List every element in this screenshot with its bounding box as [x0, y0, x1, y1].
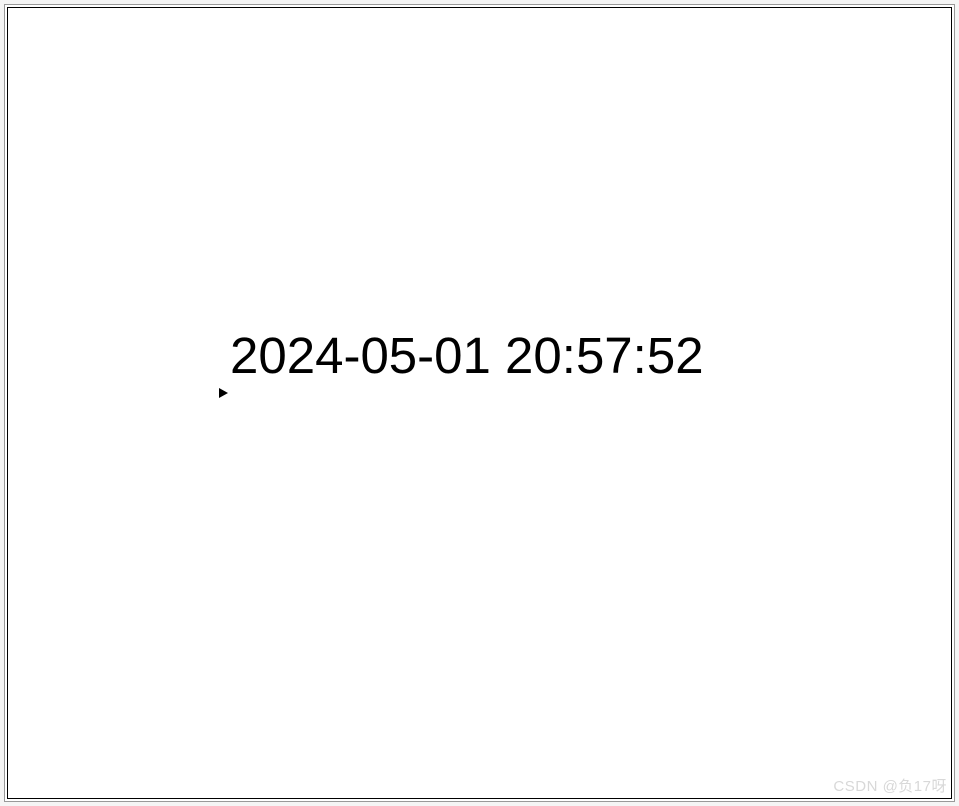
watermark-text: CSDN @负17呀 — [833, 775, 947, 796]
datetime-display: 2024-05-01 20:57:52 — [230, 326, 704, 385]
window-frame: 2024-05-01 20:57:52 — [4, 4, 955, 802]
canvas-area: 2024-05-01 20:57:52 — [7, 7, 952, 799]
caret-icon — [219, 388, 228, 398]
